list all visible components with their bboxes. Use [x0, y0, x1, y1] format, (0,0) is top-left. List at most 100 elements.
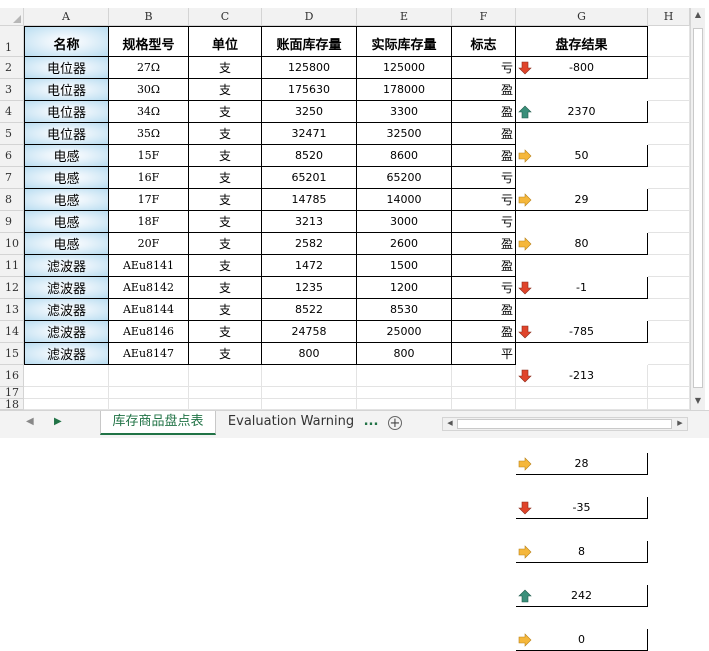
select-all-button[interactable] — [0, 8, 24, 26]
unit-cell[interactable]: 支 — [189, 299, 262, 321]
unit-cell[interactable]: 支 — [189, 277, 262, 299]
empty-cell[interactable] — [357, 399, 452, 410]
model-cell[interactable]: 27Ω — [109, 57, 189, 79]
empty-cell[interactable] — [24, 387, 109, 399]
empty-cell[interactable] — [357, 387, 452, 399]
book-stock-cell[interactable]: 175630 — [262, 79, 357, 101]
actual-stock-cell[interactable]: 8530 — [357, 299, 452, 321]
flag-cell[interactable]: 亏 — [452, 57, 516, 79]
row-header-8[interactable]: 8 — [0, 189, 24, 211]
actual-stock-cell[interactable]: 25000 — [357, 321, 452, 343]
empty-cell[interactable] — [262, 365, 357, 387]
column-header-h[interactable]: H — [648, 8, 690, 26]
book-stock-cell[interactable]: 14785 — [262, 189, 357, 211]
book-stock-cell[interactable]: 1472 — [262, 255, 357, 277]
actual-stock-cell[interactable]: 125000 — [357, 57, 452, 79]
header-cell[interactable]: 实际库存量 — [357, 26, 452, 57]
empty-cell[interactable] — [452, 399, 516, 410]
column-header-d[interactable]: D — [262, 8, 357, 26]
horizontal-scroll-thumb[interactable] — [457, 419, 672, 429]
empty-cell[interactable] — [189, 387, 262, 399]
scroll-up-icon[interactable]: ▲ — [691, 10, 705, 19]
empty-cell[interactable] — [648, 399, 690, 410]
header-cell[interactable]: 盘存结果 — [516, 26, 648, 57]
tab-evaluation-warning[interactable]: Evaluation Warning — [224, 411, 358, 435]
result-cell[interactable]: 50 — [516, 145, 648, 167]
empty-cell[interactable] — [516, 387, 648, 399]
empty-cell[interactable] — [262, 399, 357, 410]
vertical-scrollbar[interactable]: ▲ ▼ — [690, 8, 705, 410]
column-header-c[interactable]: C — [189, 8, 262, 26]
empty-cell[interactable] — [648, 365, 690, 387]
book-stock-cell[interactable]: 800 — [262, 343, 357, 365]
flag-cell[interactable]: 盈 — [452, 321, 516, 343]
book-stock-cell[interactable]: 125800 — [262, 57, 357, 79]
unit-cell[interactable]: 支 — [189, 233, 262, 255]
row-header-5[interactable]: 5 — [0, 123, 24, 145]
actual-stock-cell[interactable]: 800 — [357, 343, 452, 365]
empty-cell[interactable] — [648, 189, 690, 211]
unit-cell[interactable]: 支 — [189, 167, 262, 189]
item-name-cell[interactable]: 电位器 — [24, 123, 109, 145]
row-header-4[interactable]: 4 — [0, 101, 24, 123]
row-header-13[interactable]: 13 — [0, 299, 24, 321]
item-name-cell[interactable]: 滤波器 — [24, 321, 109, 343]
actual-stock-cell[interactable]: 3300 — [357, 101, 452, 123]
result-cell[interactable]: 28 — [516, 453, 648, 475]
flag-cell[interactable]: 盈 — [452, 79, 516, 101]
book-stock-cell[interactable]: 1235 — [262, 277, 357, 299]
item-name-cell[interactable]: 电感 — [24, 189, 109, 211]
actual-stock-cell[interactable]: 65200 — [357, 167, 452, 189]
flag-cell[interactable]: 亏 — [452, 189, 516, 211]
empty-cell[interactable] — [516, 365, 648, 387]
row-header-1[interactable]: 1 — [0, 26, 24, 57]
result-cell[interactable]: -1 — [516, 277, 648, 299]
empty-cell[interactable] — [452, 365, 516, 387]
row-header-14[interactable]: 14 — [0, 321, 24, 343]
tab-scroll-left-icon[interactable]: ◀ — [26, 416, 34, 427]
vertical-scroll-thumb[interactable] — [693, 28, 703, 388]
empty-cell[interactable] — [516, 399, 648, 410]
book-stock-cell[interactable]: 8520 — [262, 145, 357, 167]
empty-cell[interactable] — [109, 387, 189, 399]
row-header-10[interactable]: 10 — [0, 233, 24, 255]
item-name-cell[interactable]: 滤波器 — [24, 343, 109, 365]
flag-cell[interactable]: 盈 — [452, 123, 516, 145]
row-header-9[interactable]: 9 — [0, 211, 24, 233]
empty-cell[interactable] — [648, 167, 690, 189]
book-stock-cell[interactable]: 65201 — [262, 167, 357, 189]
item-name-cell[interactable]: 电位器 — [24, 79, 109, 101]
actual-stock-cell[interactable]: 14000 — [357, 189, 452, 211]
empty-cell[interactable] — [648, 321, 690, 343]
empty-cell[interactable] — [648, 145, 690, 167]
actual-stock-cell[interactable]: 3000 — [357, 211, 452, 233]
item-name-cell[interactable]: 滤波器 — [24, 299, 109, 321]
result-cell[interactable]: 80 — [516, 233, 648, 255]
column-header-a[interactable]: A — [24, 8, 109, 26]
scroll-down-icon[interactable]: ▼ — [691, 396, 705, 405]
model-cell[interactable]: AEu8147 — [109, 343, 189, 365]
result-cell[interactable]: 0 — [516, 629, 648, 651]
flag-cell[interactable]: 盈 — [452, 233, 516, 255]
add-sheet-button[interactable]: + — [388, 416, 402, 430]
result-cell[interactable]: 242 — [516, 585, 648, 607]
unit-cell[interactable]: 支 — [189, 57, 262, 79]
model-cell[interactable]: 20F — [109, 233, 189, 255]
actual-stock-cell[interactable]: 2600 — [357, 233, 452, 255]
flag-cell[interactable]: 亏 — [452, 167, 516, 189]
unit-cell[interactable]: 支 — [189, 343, 262, 365]
empty-cell[interactable] — [24, 365, 109, 387]
book-stock-cell[interactable]: 32471 — [262, 123, 357, 145]
item-name-cell[interactable]: 滤波器 — [24, 277, 109, 299]
empty-cell[interactable] — [452, 387, 516, 399]
empty-cell[interactable] — [648, 211, 690, 233]
empty-cell[interactable] — [648, 101, 690, 123]
unit-cell[interactable]: 支 — [189, 79, 262, 101]
tab-inventory-sheet[interactable]: 库存商品盘点表 — [100, 411, 216, 435]
row-header-3[interactable]: 3 — [0, 79, 24, 101]
horizontal-scrollbar[interactable]: ◀ ▶ — [442, 417, 688, 431]
item-name-cell[interactable]: 电感 — [24, 167, 109, 189]
empty-cell[interactable] — [648, 233, 690, 255]
row-header-16[interactable]: 16 — [0, 365, 24, 387]
empty-cell[interactable] — [648, 123, 690, 145]
